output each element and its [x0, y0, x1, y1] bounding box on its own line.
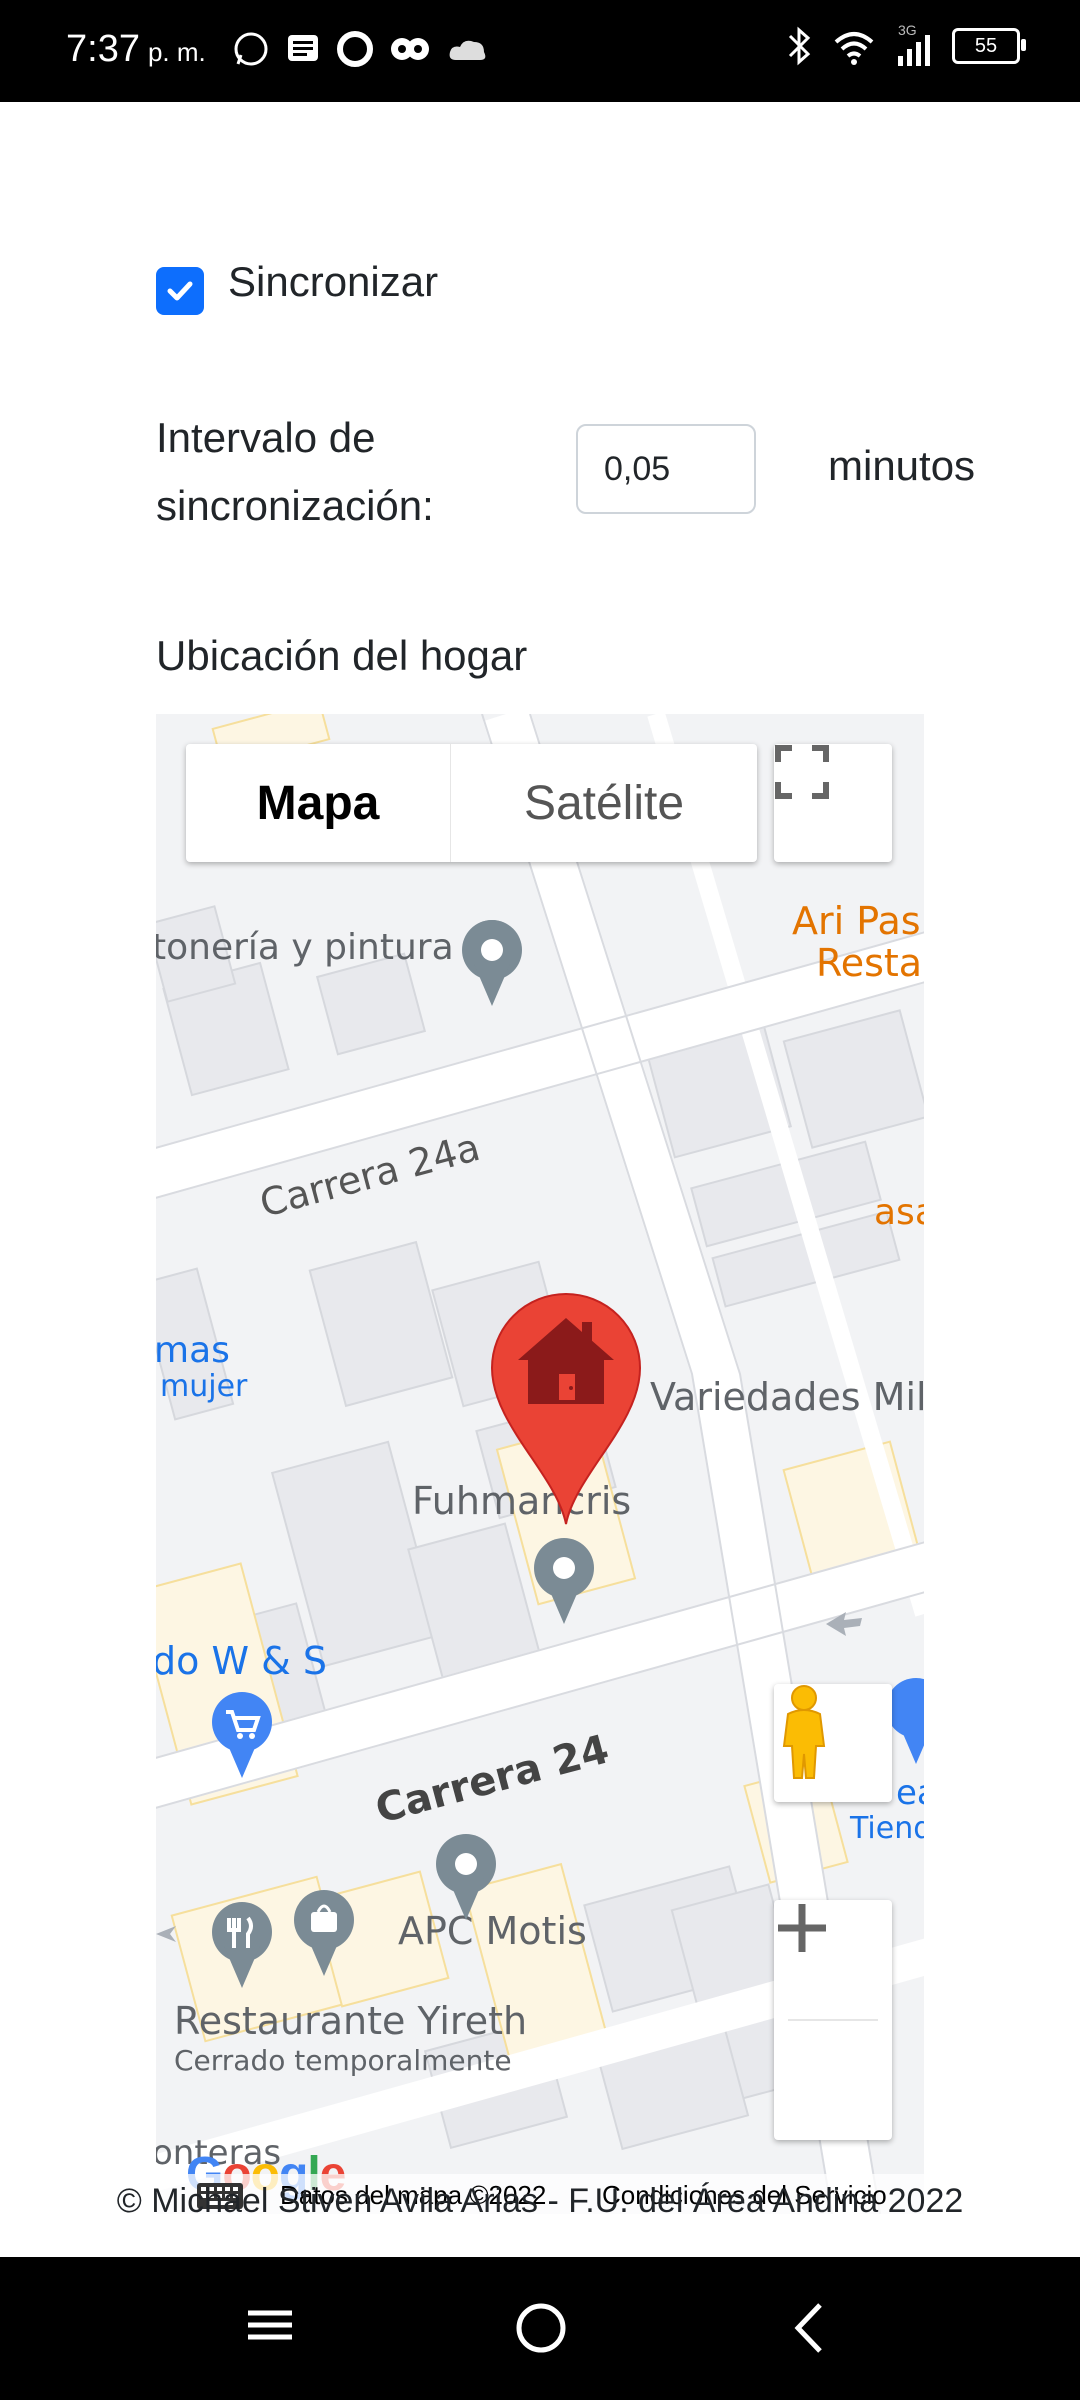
recent-apps-button[interactable] [246, 2301, 294, 2354]
signal-icon: 3G [894, 22, 934, 68]
poi-label-mujer: mujer [160, 1369, 248, 1404]
poi-label-variedades: Variedades Mil [650, 1375, 924, 1419]
system-navigation-bar [0, 2257, 1080, 2400]
direction-arrow-left-icon [156, 1926, 176, 1942]
poi-label-apc-motis: APC Motis [398, 1909, 587, 1953]
street-view-pegman-button[interactable] [774, 1684, 892, 1802]
back-button[interactable] [790, 2301, 830, 2360]
zoom-divider [788, 2019, 878, 2021]
status-time: 7:37 p. m. [66, 28, 206, 71]
sync-label[interactable]: Sincronizar [228, 258, 438, 306]
app-logo-icon [391, 38, 429, 60]
poi-label-w-s: do W & S [156, 1639, 327, 1683]
settings-content: Sincronizar Intervalo de sincronización:… [0, 102, 1080, 2257]
poi-label-pintura: tonería y pintura [156, 927, 454, 968]
poi-label-ea: ea [896, 1773, 924, 1813]
status-bar: 7:37 p. m. 3G 55 [0, 0, 1080, 102]
interval-unit: minutos [828, 442, 976, 489]
zoom-control [774, 1900, 892, 2140]
home-button[interactable] [514, 2301, 568, 2360]
cloud-icon [449, 40, 486, 60]
map-type-control: Mapa Satélite [186, 744, 757, 862]
poi-pin-fuhmancris-icon[interactable] [534, 1538, 594, 1624]
minus-icon [778, 1924, 826, 1932]
poi-label-resta: Resta [816, 941, 922, 985]
battery-icon: 55 [952, 28, 1026, 64]
poi-pin-pintura-icon[interactable] [462, 920, 522, 1006]
poi-label-fuhmancris: Fuhmancris [412, 1479, 631, 1523]
poi-label-ari-pas: Ari Pas [792, 899, 921, 943]
interval-input[interactable] [576, 424, 756, 514]
back-arrow-icon [794, 2303, 822, 2353]
copyright-footer: © Michael Stiven Avila Arias - F.U. del … [116, 2182, 964, 2220]
whatsapp-icon [234, 32, 268, 66]
poi-label-cerrado: Cerrado temporalmente [174, 2044, 512, 2077]
check-icon [167, 281, 193, 301]
time-text: 7:37 [66, 28, 140, 70]
bluetooth-icon [788, 26, 811, 66]
poi-label-asa: asa [874, 1192, 924, 1233]
pegman-icon [782, 1685, 826, 1779]
street-label-carrera-24: Carrera 24 [371, 1726, 614, 1832]
home-circle-icon [516, 2303, 566, 2353]
network-type: 3G [898, 22, 917, 38]
battery-level: 55 [974, 34, 998, 57]
poi-label-tiend: Tiend [849, 1811, 924, 1846]
wifi-icon [834, 32, 874, 65]
home-location-label: Ubicación del hogar [156, 632, 528, 679]
interval-label: Intervalo de sincronización: [156, 414, 434, 529]
circle-app-icon [337, 31, 373, 67]
sync-checkbox[interactable] [156, 267, 204, 315]
fullscreen-icon [775, 745, 829, 799]
time-ampm: p. m. [147, 37, 206, 67]
status-right: 3G 55 [784, 22, 1026, 68]
home-location-map[interactable]: Carrera 24a Carrera 24 tonería y pintura… [156, 714, 924, 2214]
notification-icons [232, 30, 490, 68]
zoom-out-button[interactable] [774, 1924, 892, 2140]
poi-label-restaurante: Restaurante Yireth [174, 1999, 527, 2043]
map-type-map-button[interactable]: Mapa [186, 744, 451, 862]
message-icon [288, 35, 318, 61]
map-type-satellite-button[interactable]: Satélite [451, 744, 757, 862]
fullscreen-button[interactable] [774, 744, 892, 862]
poi-label-mas: mas [156, 1330, 230, 1371]
menu-icon [248, 2310, 292, 2340]
